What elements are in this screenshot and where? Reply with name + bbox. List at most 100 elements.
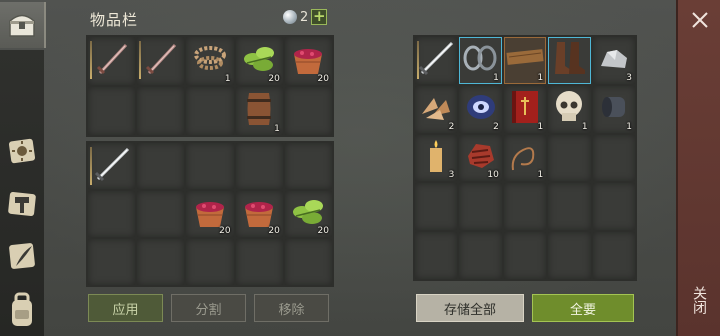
add-gems-button[interactable]: +: [311, 9, 328, 25]
storage-slot[interactable]: [415, 183, 458, 231]
inventory-slot[interactable]: 20: [284, 37, 332, 85]
inventory-slot[interactable]: [88, 87, 136, 135]
backpack-icon: [12, 292, 32, 326]
inventory-slot[interactable]: 1: [235, 87, 283, 135]
item-quantity: 1: [537, 72, 544, 83]
storage-slot[interactable]: 3: [592, 37, 635, 84]
storage-slot[interactable]: 3: [415, 134, 458, 182]
storage-slot[interactable]: [459, 232, 502, 279]
item-quantity: 2: [448, 121, 455, 132]
storage-slot[interactable]: 1: [503, 37, 547, 84]
storage-slot[interactable]: 1: [459, 37, 502, 84]
item-quantity: 1: [493, 72, 499, 83]
close-icon: [692, 12, 708, 28]
candle-icon: [421, 136, 451, 180]
remove-button[interactable]: 移除: [254, 294, 329, 322]
inventory-grid-top: 1 20 20 1: [86, 35, 334, 137]
item-quantity: 2: [493, 121, 499, 132]
inventory-slot[interactable]: 20: [235, 191, 283, 237]
item-quantity: 1: [537, 121, 544, 132]
hammer-scroll-icon: [8, 191, 36, 217]
inventory-slot[interactable]: [88, 143, 136, 189]
barrel-icon: [242, 89, 276, 133]
inventory-slot[interactable]: [137, 87, 185, 135]
storage-slot[interactable]: 2: [415, 85, 458, 133]
inventory-slot[interactable]: [186, 143, 234, 189]
storage-slot[interactable]: [592, 183, 635, 231]
sword-icon: [92, 39, 132, 83]
tab-crafting[interactable]: [4, 133, 40, 169]
apply-button[interactable]: 应用: [88, 294, 163, 322]
item-quantity: 20: [219, 226, 231, 236]
storage-slot[interactable]: 1: [548, 85, 591, 133]
currency-display: 2 +: [283, 9, 328, 25]
storage-slot[interactable]: [414, 37, 458, 84]
inventory-slot[interactable]: 1: [186, 37, 234, 85]
close-panel[interactable]: 关闭: [676, 0, 720, 336]
tab-building[interactable]: [4, 186, 40, 222]
storage-slot[interactable]: [503, 183, 547, 231]
inventory-slot[interactable]: [235, 143, 283, 189]
tab-journal[interactable]: [4, 238, 40, 274]
gem-count: 2: [300, 9, 309, 25]
storage-slot[interactable]: [548, 232, 591, 279]
store-all-button[interactable]: 存储全部: [416, 294, 524, 322]
inventory-slot[interactable]: 20: [284, 191, 332, 237]
item-quantity: 20: [317, 74, 329, 84]
storage-slot[interactable]: [548, 37, 591, 84]
storage-slot[interactable]: [592, 232, 635, 279]
inventory-slot[interactable]: [88, 191, 136, 237]
inventory-slot[interactable]: [137, 143, 185, 189]
inventory-slot[interactable]: [284, 239, 332, 285]
item-quantity: 1: [581, 121, 588, 132]
storage-slot[interactable]: 10: [459, 134, 502, 182]
left-rail: [0, 0, 46, 336]
inventory-slot[interactable]: [235, 239, 283, 285]
storage-slot[interactable]: 1: [503, 134, 547, 182]
panel-title: 物品栏: [90, 11, 139, 29]
tab-character[interactable]: [4, 290, 40, 326]
storage-slot[interactable]: [459, 183, 502, 231]
storage-slot[interactable]: 1: [503, 85, 547, 133]
item-quantity: 1: [626, 121, 632, 132]
inventory-slot[interactable]: [137, 37, 185, 85]
gem-icon: [283, 10, 297, 24]
storage-slot[interactable]: [592, 134, 635, 182]
storage-slot[interactable]: [503, 232, 547, 279]
tab-inventory[interactable]: [0, 2, 46, 48]
storage-slot[interactable]: [548, 134, 591, 182]
inventory-slot[interactable]: [137, 239, 185, 285]
storage-slot[interactable]: [415, 232, 458, 279]
sun-scroll-icon: [8, 138, 36, 164]
item-quantity: 10: [487, 170, 499, 181]
item-quantity: 1: [274, 124, 280, 134]
chest-icon: [9, 14, 35, 37]
inventory-slot[interactable]: [137, 191, 185, 237]
item-quantity: 3: [626, 72, 632, 83]
inventory-slot[interactable]: [284, 87, 332, 135]
inventory-slot[interactable]: 20: [186, 191, 234, 237]
inventory-slot[interactable]: [88, 239, 136, 285]
storage-slot[interactable]: [548, 183, 591, 231]
inventory-slot[interactable]: [88, 37, 136, 85]
item-quantity: 3: [448, 170, 455, 181]
item-quantity: 1: [224, 74, 231, 84]
sword-icon: [141, 39, 181, 83]
inventory-grid-bottom: 20 20 20: [86, 141, 334, 287]
quill-scroll-icon: [9, 243, 35, 269]
split-button[interactable]: 分割: [171, 294, 246, 322]
item-quantity: 20: [268, 226, 280, 236]
inventory-slot[interactable]: 20: [235, 37, 283, 85]
sword-light-icon: [414, 38, 458, 82]
storage-slot[interactable]: 1: [592, 85, 635, 133]
sword-light-icon: [90, 144, 134, 188]
close-label: 关闭: [691, 286, 707, 314]
item-quantity: 20: [317, 226, 329, 236]
take-all-button[interactable]: 全要: [532, 294, 634, 322]
inventory-slot[interactable]: [186, 87, 234, 135]
inventory-slot[interactable]: [284, 143, 332, 189]
storage-grid: 1 1 3 2 2 1 1 1 3 10 1: [413, 35, 637, 281]
item-quantity: 20: [268, 74, 280, 84]
storage-slot[interactable]: 2: [459, 85, 502, 133]
inventory-slot[interactable]: [186, 239, 234, 285]
